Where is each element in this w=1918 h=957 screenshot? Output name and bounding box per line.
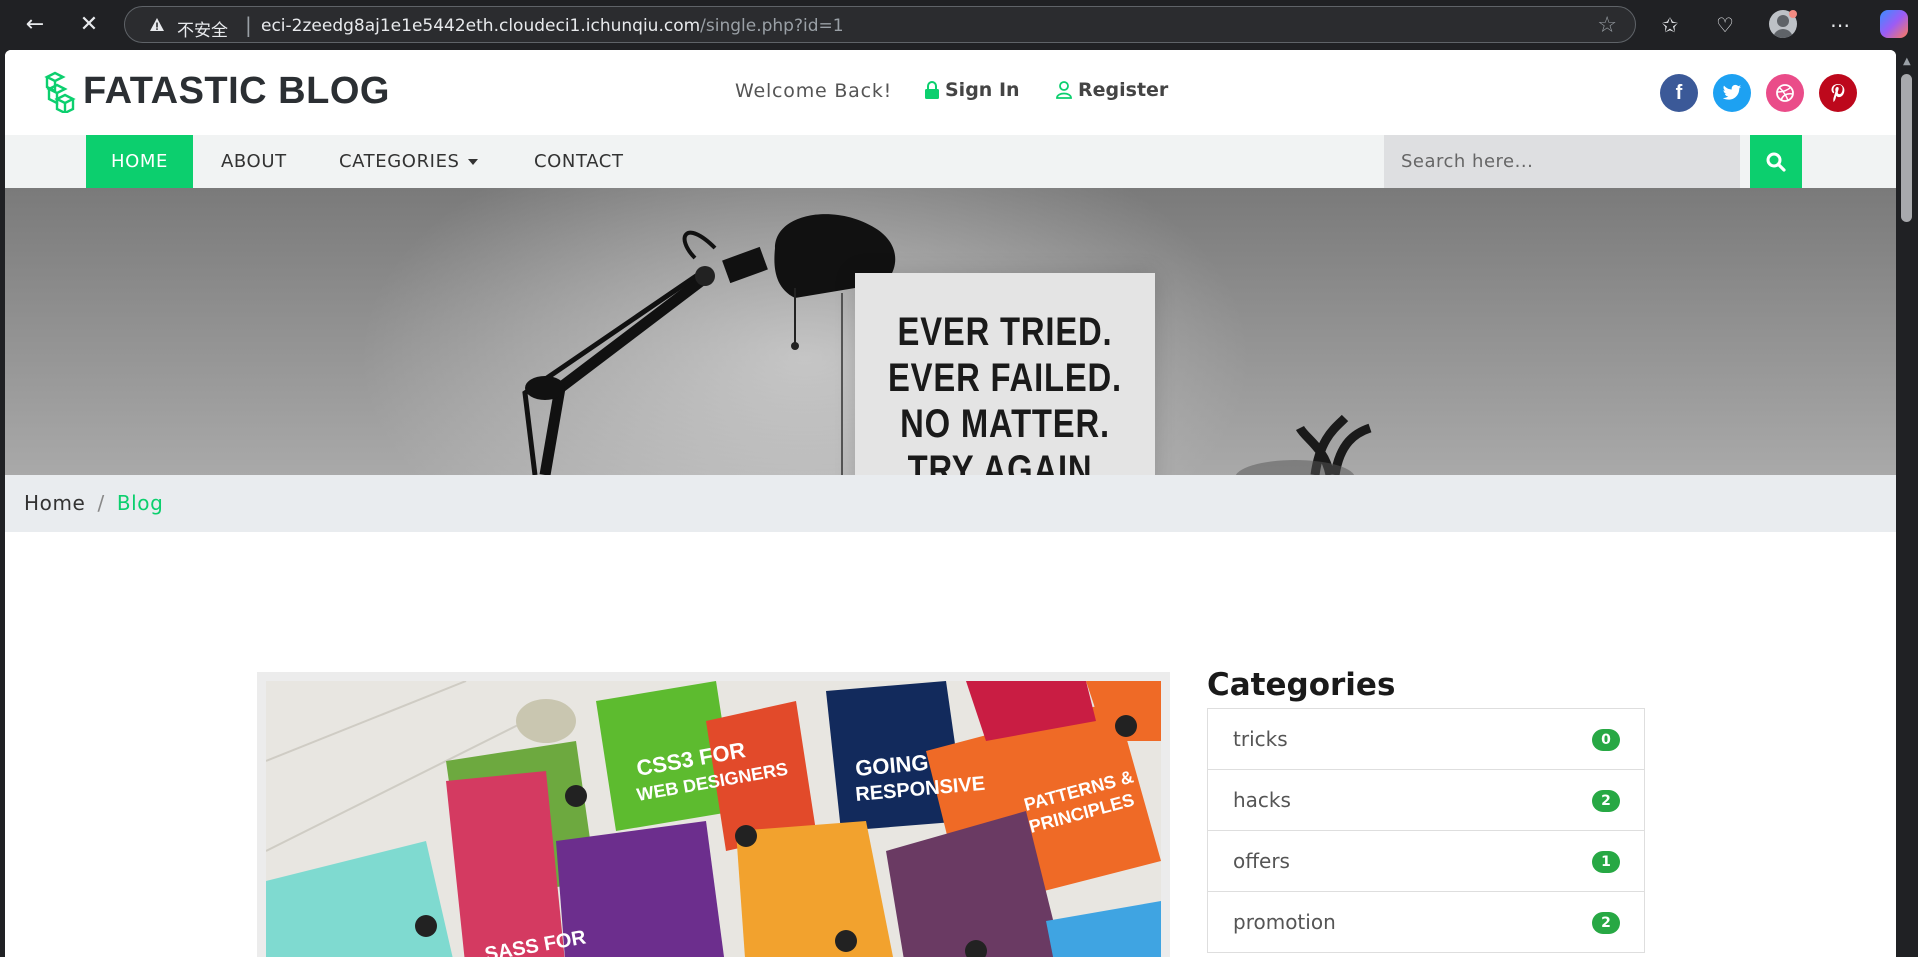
category-item-hacks[interactable]: hacks 2 xyxy=(1208,770,1644,831)
poster-line: EVER FAILED. xyxy=(887,356,1123,400)
main-navbar: HOME ABOUT CATEGORIES CONTACT xyxy=(5,135,1896,188)
poster-line: EVER TRIED. xyxy=(897,310,1113,354)
url-text[interactable]: eci-2zeedg8aj1e1e5442eth.cloudeci1.ichun… xyxy=(261,16,844,36)
register-label: Register xyxy=(1078,79,1169,101)
twitter-icon[interactable] xyxy=(1713,74,1751,112)
scrollbar-thumb[interactable] xyxy=(1901,74,1912,222)
site-logo[interactable]: FATASTIC BLOG xyxy=(43,70,390,113)
favorites-icon[interactable]: ✩ xyxy=(1655,10,1685,40)
category-count-badge: 2 xyxy=(1592,790,1620,812)
poster-line: TRY AGAIN. xyxy=(907,448,1103,475)
breadcrumb-current: Blog xyxy=(116,491,164,515)
category-count-badge: 2 xyxy=(1592,912,1620,934)
address-separator: | xyxy=(245,13,252,37)
pinterest-icon[interactable] xyxy=(1819,74,1857,112)
site-header: FATASTIC BLOG Welcome Back! Sign In Regi… xyxy=(5,50,1896,135)
favorite-star-icon[interactable]: ☆ xyxy=(1597,13,1617,38)
post-image[interactable]: CSS3 FOR WEB DESIGNERS GOING RESPONSIVE … xyxy=(266,681,1161,957)
categories-heading: Categories xyxy=(1207,667,1396,703)
user-icon xyxy=(1056,81,1072,99)
category-count-badge: 0 xyxy=(1592,729,1620,751)
scroll-up-arrow-icon[interactable]: ▲ xyxy=(1903,56,1911,67)
category-item-offers[interactable]: offers 1 xyxy=(1208,831,1644,892)
dribbble-icon[interactable] xyxy=(1766,74,1804,112)
categories-list: tricks 0 hacks 2 offers 1 promotion 2 xyxy=(1207,708,1645,953)
more-options-icon[interactable]: ⋯ xyxy=(1825,10,1855,40)
motivational-poster: EVER TRIED. EVER FAILED. NO MATTER. TRY … xyxy=(855,273,1155,475)
page-scrollbar[interactable]: ▲ xyxy=(1896,50,1918,957)
signin-link[interactable]: Sign In xyxy=(925,79,1020,101)
search-button[interactable] xyxy=(1750,135,1802,188)
poster-line: NO MATTER. xyxy=(900,402,1110,446)
security-label[interactable]: 不安全 xyxy=(177,16,228,41)
address-bar[interactable]: 不安全 | eci-2zeedg8aj1e1e5442eth.cloudeci1… xyxy=(124,6,1636,43)
page-viewport: FATASTIC BLOG Welcome Back! Sign In Regi… xyxy=(5,50,1896,957)
breadcrumb: Home / Blog xyxy=(5,475,1896,532)
books-photo: CSS3 FOR WEB DESIGNERS GOING RESPONSIVE … xyxy=(266,681,1161,957)
post-image-frame: CSS3 FOR WEB DESIGNERS GOING RESPONSIVE … xyxy=(257,672,1170,957)
category-name: hacks xyxy=(1233,788,1291,812)
copilot-icon[interactable] xyxy=(1880,10,1908,38)
caret-down-icon xyxy=(467,159,478,165)
breadcrumb-separator: / xyxy=(97,491,105,515)
register-link[interactable]: Register xyxy=(1056,79,1168,101)
category-count-badge: 1 xyxy=(1592,851,1620,873)
nav-categories-dropdown[interactable]: CATEGORIES xyxy=(339,135,478,188)
facebook-icon[interactable]: f xyxy=(1660,74,1698,112)
category-name: tricks xyxy=(1233,727,1288,751)
search-icon xyxy=(1766,152,1786,172)
browser-essentials-icon[interactable]: ♡ xyxy=(1710,10,1740,40)
stop-loading-icon[interactable]: ✕ xyxy=(74,10,104,40)
category-name: offers xyxy=(1233,849,1290,873)
signin-label: Sign In xyxy=(945,79,1020,101)
category-name: promotion xyxy=(1233,910,1336,934)
back-arrow-icon[interactable]: ← xyxy=(20,10,50,40)
url-host: eci-2zeedg8aj1e1e5442eth.cloudeci1.ichun… xyxy=(261,16,701,36)
search-input[interactable] xyxy=(1384,135,1740,188)
notification-dot xyxy=(1789,10,1797,18)
breadcrumb-home[interactable]: Home xyxy=(24,491,85,515)
url-path: /single.php?id=1 xyxy=(700,16,844,36)
nav-contact[interactable]: CONTACT xyxy=(534,135,624,188)
browser-toolbar: ← ✕ 不安全 | eci-2zeedg8aj1e1e5442eth.cloud… xyxy=(0,0,1918,49)
nav-about[interactable]: ABOUT xyxy=(221,135,287,188)
logo-text: FATASTIC BLOG xyxy=(83,70,390,112)
poster-text: EVER TRIED. EVER FAILED. NO MATTER. TRY … xyxy=(882,309,1128,475)
nav-home[interactable]: HOME xyxy=(86,135,194,188)
category-item-tricks[interactable]: tricks 0 xyxy=(1208,709,1644,770)
hero-banner: EVER TRIED. EVER FAILED. NO MATTER. TRY … xyxy=(5,188,1896,475)
lock-icon xyxy=(925,81,939,99)
category-item-promotion[interactable]: promotion 2 xyxy=(1208,892,1644,953)
nav-categories-label: CATEGORIES xyxy=(339,151,460,172)
logo-cubes-icon xyxy=(44,71,76,113)
warning-icon xyxy=(150,18,164,31)
welcome-text: Welcome Back! xyxy=(735,80,893,102)
